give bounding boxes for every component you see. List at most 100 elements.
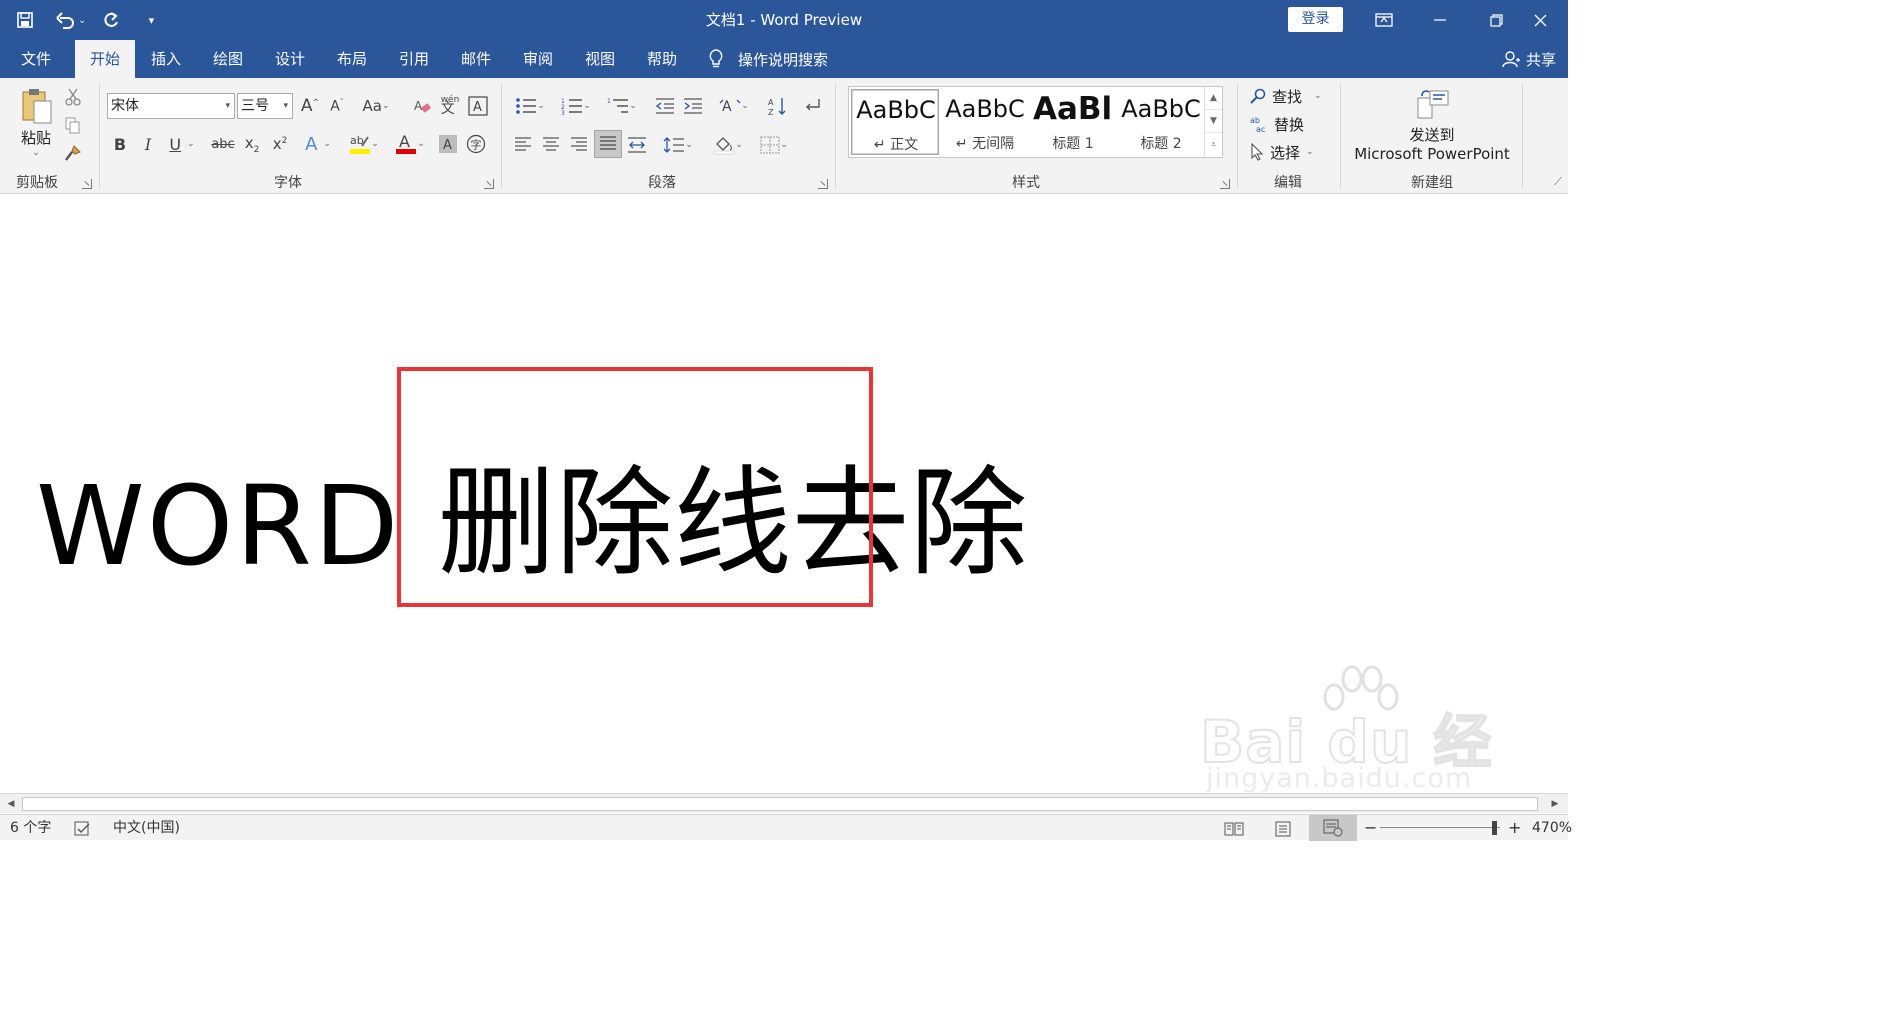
increase-indent-button[interactable] (680, 94, 706, 118)
zoom-level[interactable]: 470% (1532, 815, 1572, 841)
select-button[interactable]: 选择 ⌄ (1250, 140, 1314, 164)
tab-view[interactable]: 视图 (574, 40, 626, 78)
copy-button[interactable] (62, 114, 84, 136)
login-button[interactable]: 登录 (1288, 7, 1343, 32)
tab-help[interactable]: 帮助 (636, 40, 688, 78)
undo-dropdown-icon[interactable]: ⌄ (78, 15, 86, 26)
style-sample: AaBbC (856, 96, 936, 124)
editing-group: 查找 ⌄ ab ac 替换 选择 ⌄ 编辑 (1238, 78, 1338, 194)
horizontal-scrollbar[interactable]: ◀ ▶ (0, 793, 1568, 813)
zoom-slider-thumb[interactable] (1492, 821, 1497, 835)
underline-button[interactable]: U ⌄ (164, 132, 200, 156)
tell-me-search[interactable]: 操作说明搜索 (708, 40, 828, 78)
tab-home[interactable]: 开始 (75, 40, 135, 78)
character-border-button[interactable]: A (466, 94, 490, 118)
bold-button[interactable]: B (108, 132, 132, 156)
style-no-spacing[interactable]: AaBbC ↵ 无间隔 (941, 89, 1029, 155)
undo-button[interactable] (54, 6, 76, 34)
zoom-out-button[interactable]: − (1364, 815, 1377, 841)
phonetic-guide-button[interactable]: wén 文 (438, 92, 462, 120)
style-heading-1[interactable]: AaBl 标题 1 (1029, 89, 1117, 155)
send-to-powerpoint-button[interactable]: 发送到 Microsoft PowerPoint (1341, 84, 1523, 166)
line-spacing-button[interactable]: ⌄ (658, 132, 698, 158)
sort-button[interactable]: AZ (766, 94, 790, 118)
styles-launcher-icon[interactable] (1220, 179, 1230, 189)
print-layout-button[interactable] (1274, 820, 1292, 837)
style-normal[interactable]: AaBbC ↵ 正文 (851, 89, 939, 155)
close-button[interactable] (1512, 0, 1568, 40)
style-heading-2[interactable]: AaBbC 标题 2 (1117, 89, 1205, 155)
group-divider (1522, 84, 1523, 188)
tab-layout[interactable]: 布局 (326, 40, 378, 78)
character-shading-button[interactable]: A (436, 132, 460, 156)
scroll-left-button[interactable]: ◀ (2, 795, 20, 813)
align-right-button[interactable] (566, 132, 592, 158)
gallery-scroll-down-button[interactable]: ▼ (1205, 110, 1222, 133)
tab-mailings[interactable]: 邮件 (450, 40, 502, 78)
gallery-scroll-up-button[interactable]: ▲ (1205, 87, 1222, 110)
superscript-button[interactable]: x2 (268, 132, 292, 156)
zoom-in-button[interactable]: + (1508, 815, 1521, 841)
distributed-button[interactable] (624, 132, 650, 158)
multilevel-list-button[interactable]: 1 ⌄ (602, 94, 642, 118)
zoom-slider-track[interactable] (1380, 827, 1500, 828)
ribbon-display-options-button[interactable] (1356, 0, 1412, 40)
enclose-characters-button[interactable]: 字 (464, 132, 488, 156)
quick-access-toolbar: ⌄ ▾ (14, 6, 162, 34)
italic-button[interactable]: I (136, 132, 160, 156)
style-sample: AaBbC (945, 95, 1025, 123)
align-left-button[interactable] (510, 132, 536, 158)
tab-draw[interactable]: 绘图 (202, 40, 254, 78)
tab-references[interactable]: 引用 (388, 40, 440, 78)
show-formatting-marks-button[interactable] (800, 94, 824, 118)
tab-file[interactable]: 文件 (8, 40, 64, 78)
tab-review[interactable]: 审阅 (512, 40, 564, 78)
style-name: 标题 1 (1052, 136, 1094, 152)
shading-button[interactable]: ⌄ (708, 132, 748, 158)
justify-button[interactable] (594, 130, 622, 158)
scroll-right-button[interactable]: ▶ (1546, 795, 1564, 813)
text-effects-button[interactable]: A ⌄ (300, 132, 336, 156)
decrease-indent-button[interactable] (652, 94, 678, 118)
bullets-button[interactable]: ⌄ (510, 94, 550, 118)
language-indicator[interactable]: 中文(中国) (113, 815, 180, 841)
text-highlight-button[interactable]: ab ⌄ (344, 130, 384, 158)
redo-button[interactable] (100, 6, 122, 34)
proofing-status-button[interactable] (74, 820, 92, 836)
clear-formatting-button[interactable]: A (410, 94, 434, 118)
shrink-font-button[interactable]: Aˇ (325, 94, 349, 118)
chinese-layout-button[interactable]: A ⌄ (714, 94, 754, 118)
ribbon: 粘贴 ⌄ 剪贴板 宋体 ▾ 三号 ▾ A^ Aˇ Aa ⌄ A wén 文 A … (0, 78, 1568, 194)
paint-bucket-icon (713, 137, 735, 155)
find-button[interactable]: 查找 ⌄ (1250, 84, 1322, 108)
grow-font-button[interactable]: A^ (298, 94, 322, 118)
collapse-ribbon-button[interactable]: ⟋ (1550, 174, 1566, 190)
cut-button[interactable] (62, 86, 84, 108)
scroll-track[interactable] (22, 797, 1538, 811)
share-button[interactable]: 共享 (1502, 40, 1556, 78)
gallery-more-button[interactable]: ⩡ (1205, 133, 1222, 156)
subscript-button[interactable]: x2 (240, 132, 264, 156)
format-painter-button[interactable] (62, 142, 84, 164)
change-case-button[interactable]: Aa ⌄ (358, 94, 394, 118)
font-size-combo[interactable]: 三号 ▾ (237, 93, 293, 119)
font-name-combo[interactable]: 宋体 ▾ (107, 93, 235, 119)
minimize-button[interactable] (1412, 0, 1468, 40)
replace-button[interactable]: ab ac 替换 (1250, 112, 1304, 136)
read-mode-button[interactable] (1224, 820, 1244, 836)
word-count[interactable]: 6 个字 (10, 815, 51, 841)
font-color-button[interactable]: A ⌄ (390, 130, 430, 158)
save-button[interactable] (14, 6, 36, 34)
customize-qat-button[interactable]: ▾ (140, 6, 162, 34)
baidu-watermark: Bai du 经验 jingyan.baidu.com (1199, 665, 1500, 793)
document-canvas[interactable]: WORD 删除线去除 Bai du 经验 jingyan.baidu.com (0, 195, 1568, 793)
superscript-icon: x2 (272, 135, 288, 153)
strikethrough-button[interactable]: abc (208, 132, 238, 156)
tab-insert[interactable]: 插入 (140, 40, 192, 78)
tab-design[interactable]: 设计 (264, 40, 316, 78)
align-center-button[interactable] (538, 132, 564, 158)
web-layout-button[interactable] (1309, 815, 1357, 841)
borders-button[interactable]: ⌄ (754, 132, 794, 158)
paste-button[interactable]: 粘贴 ⌄ (14, 84, 58, 160)
numbering-button[interactable]: 1 2 3 ⌄ (556, 94, 596, 118)
